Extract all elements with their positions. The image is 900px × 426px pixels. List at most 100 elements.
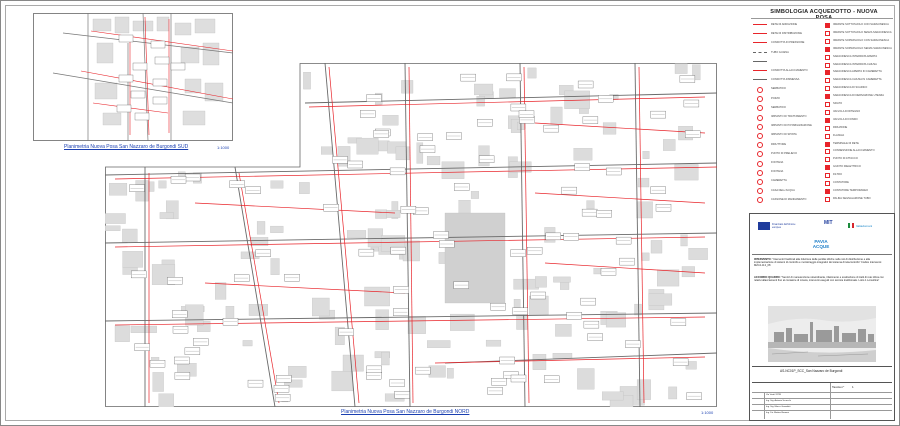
legend-symbol-icon bbox=[757, 197, 763, 204]
legend-item: SARACINESCA INTERRATA CHIUSA bbox=[833, 62, 877, 66]
project-code: AS-NC01P_SCC_San Nazzaro de Burgondi bbox=[780, 369, 843, 373]
legend-item: TERMINALE DI RETE bbox=[833, 141, 859, 145]
legend-symbol-icon bbox=[825, 196, 830, 202]
table-number-value: 1 bbox=[852, 385, 854, 389]
legend-item: GIUNTO DIELETTRICO bbox=[833, 165, 861, 169]
legend-item: PALINA SEGNALAZIONE TUBO bbox=[833, 196, 871, 200]
legend-symbol-icon bbox=[757, 178, 763, 185]
legend-item: IDRANTE SOTTOSUOLO SENZA SARACINESCA bbox=[833, 30, 892, 34]
legend-item: CAMERETTA bbox=[771, 179, 787, 183]
north-plan-caption: Planimetria Nuova Posa San Nazzaro de Bu… bbox=[341, 409, 470, 415]
signature-table: Tavola n° 1 Via Verdi 37/39 Ing. Sig. An… bbox=[752, 382, 892, 419]
legend-item: SERBATOIO bbox=[771, 87, 786, 91]
legend-symbol-icon bbox=[753, 33, 767, 35]
table-number-label: Tavola n° bbox=[832, 385, 845, 389]
legend-item: CONDOTTA DISMESSA bbox=[771, 78, 800, 82]
intervention-body: "Interventi finalizzati alla riduzione d… bbox=[754, 258, 882, 268]
mit-logo: MIT bbox=[824, 220, 833, 226]
legend-symbol-icon bbox=[825, 46, 830, 52]
legend-symbol-icon bbox=[753, 24, 767, 25]
legend-symbol-icon bbox=[757, 96, 763, 103]
legend-symbol-icon bbox=[757, 105, 763, 112]
legend-item: POZZO bbox=[771, 96, 780, 100]
legend-item: SFIATO bbox=[833, 102, 843, 105]
table-row: Ing. Sig. Marco Grandotti bbox=[752, 404, 892, 408]
legend-item: IMPIANTO DI TRATTAMENTO bbox=[771, 115, 807, 118]
legend-item: IDRANTE SOPRASUOLO SENZA SARACINESCA bbox=[833, 46, 892, 50]
legend-symbol-icon bbox=[753, 79, 767, 81]
legend-symbol-icon bbox=[757, 142, 763, 149]
title-block: Finanziato dall'Unione europea MIT Itali… bbox=[749, 213, 895, 421]
legend-symbol-icon bbox=[825, 78, 830, 84]
legend-item: IDRANTE SOTTOSUOLO CON SARACINESCA bbox=[833, 23, 889, 26]
north-plan-map[interactable] bbox=[105, 63, 717, 407]
legend-item: CONTATORE bbox=[833, 181, 849, 184]
legend-symbol-icon bbox=[825, 109, 830, 115]
legend-symbol-icon bbox=[825, 62, 830, 68]
legend-symbol-icon bbox=[825, 102, 830, 107]
legend-item: SARACINESCA DI DERIVAZIONE UTENZA bbox=[833, 94, 884, 98]
legend-symbol-icon bbox=[825, 125, 830, 131]
legend-symbol-icon bbox=[825, 117, 830, 123]
legend-title-rule bbox=[751, 18, 893, 19]
legend-item: CONDOTTA ALLACCIAMENTO bbox=[771, 69, 808, 72]
legend-item: RETE DI ADDUZIONE bbox=[771, 23, 798, 26]
legend-item: FONTANA bbox=[771, 170, 784, 174]
legend-symbol-icon bbox=[753, 42, 767, 44]
legend-symbol-icon bbox=[757, 160, 763, 167]
legend-symbol-icon bbox=[825, 173, 830, 179]
legend-item: RIDUZIONE bbox=[833, 125, 848, 129]
italy-flag-icon bbox=[848, 223, 854, 228]
drawing-sheet: Planimetria Nuova Posa San Nazzaro de Bu… bbox=[0, 0, 900, 426]
legend-symbol-icon bbox=[825, 38, 830, 44]
legend-symbol-icon bbox=[825, 157, 830, 163]
legend-symbol-icon bbox=[757, 114, 763, 121]
legend-symbol-icon bbox=[825, 94, 830, 100]
legend-symbol-icon bbox=[825, 165, 830, 171]
legend-symbol-icon bbox=[757, 169, 763, 176]
logo-bar: Finanziato dall'Unione europea MIT Itali… bbox=[752, 216, 892, 255]
legend-symbol-icon bbox=[825, 133, 830, 139]
legend-item: RETE DI DISTRIBUZIONE bbox=[771, 32, 802, 36]
legend-symbol-icon bbox=[757, 86, 763, 93]
legend-item: PUNTO DI PRELIEVO bbox=[771, 151, 798, 155]
legend-item: CASSONE DI MANDAMENTO bbox=[771, 197, 807, 201]
legend-item: VALVOLA DI FONDO bbox=[833, 117, 858, 121]
legend-item: IMPIANTO DI SPINTA bbox=[771, 133, 797, 137]
legend-item: RIDUTTORE bbox=[771, 142, 787, 146]
table-row: Ing. Dir. Matteo Romani bbox=[752, 410, 892, 414]
legend-item: TUBO GUAINA bbox=[771, 50, 789, 54]
legend-symbol-icon bbox=[825, 86, 830, 92]
legend-item: CONNESSIONE ALLACCIAMENTO bbox=[833, 149, 875, 153]
legend-item: FONTANA bbox=[771, 161, 784, 164]
legend-symbol-icon bbox=[757, 188, 763, 195]
legend-symbol-icon bbox=[757, 132, 763, 139]
legend-title: SIMBOLOGIA ACQUEDOTTO - NUOVA POSA bbox=[770, 9, 878, 21]
legend-item: VALVOLA DI RITEGNO bbox=[833, 109, 861, 113]
legend-symbol-icon bbox=[825, 30, 830, 36]
separator-rule bbox=[752, 366, 892, 367]
eu-logo-label: Finanziato dall'Unione europea bbox=[772, 223, 796, 229]
legend-symbol-icon bbox=[753, 51, 767, 53]
legend-item: SARACINESCA DI SCARICO bbox=[833, 86, 868, 90]
legend-item: SARACINESCA CHIUSA IN CAMERETTA bbox=[833, 78, 882, 82]
table-row: Via Verdi 37/39 bbox=[752, 392, 892, 396]
legend-symbol-icon bbox=[825, 70, 830, 76]
agreement-text: ACCORDO QUADRO: "Servizi di manutenzione… bbox=[754, 276, 890, 282]
table-divider bbox=[830, 383, 831, 419]
legend-item: FLANGIA bbox=[833, 133, 845, 137]
legend-symbol-icon bbox=[825, 181, 830, 186]
legend-item: IDRANTE SOPRASUOLO CON SARACINESCA bbox=[833, 38, 890, 42]
legend-item: SERBATOIO bbox=[771, 105, 786, 109]
legend-symbol-icon bbox=[825, 141, 830, 147]
legend-symbol-icon bbox=[825, 188, 830, 194]
legend-symbol-icon bbox=[753, 60, 767, 62]
intervention-text: INTERVENTO: "Interventi finalizzati alla… bbox=[754, 258, 890, 268]
legend-symbol-icon bbox=[825, 23, 830, 28]
legend-symbol-icon bbox=[757, 151, 763, 158]
town-engraving-image bbox=[768, 306, 876, 362]
table-divider bbox=[764, 392, 765, 419]
legend-symbol-icon bbox=[825, 149, 830, 155]
eu-flag-logo bbox=[758, 222, 770, 230]
legend-symbol-icon bbox=[825, 54, 830, 60]
